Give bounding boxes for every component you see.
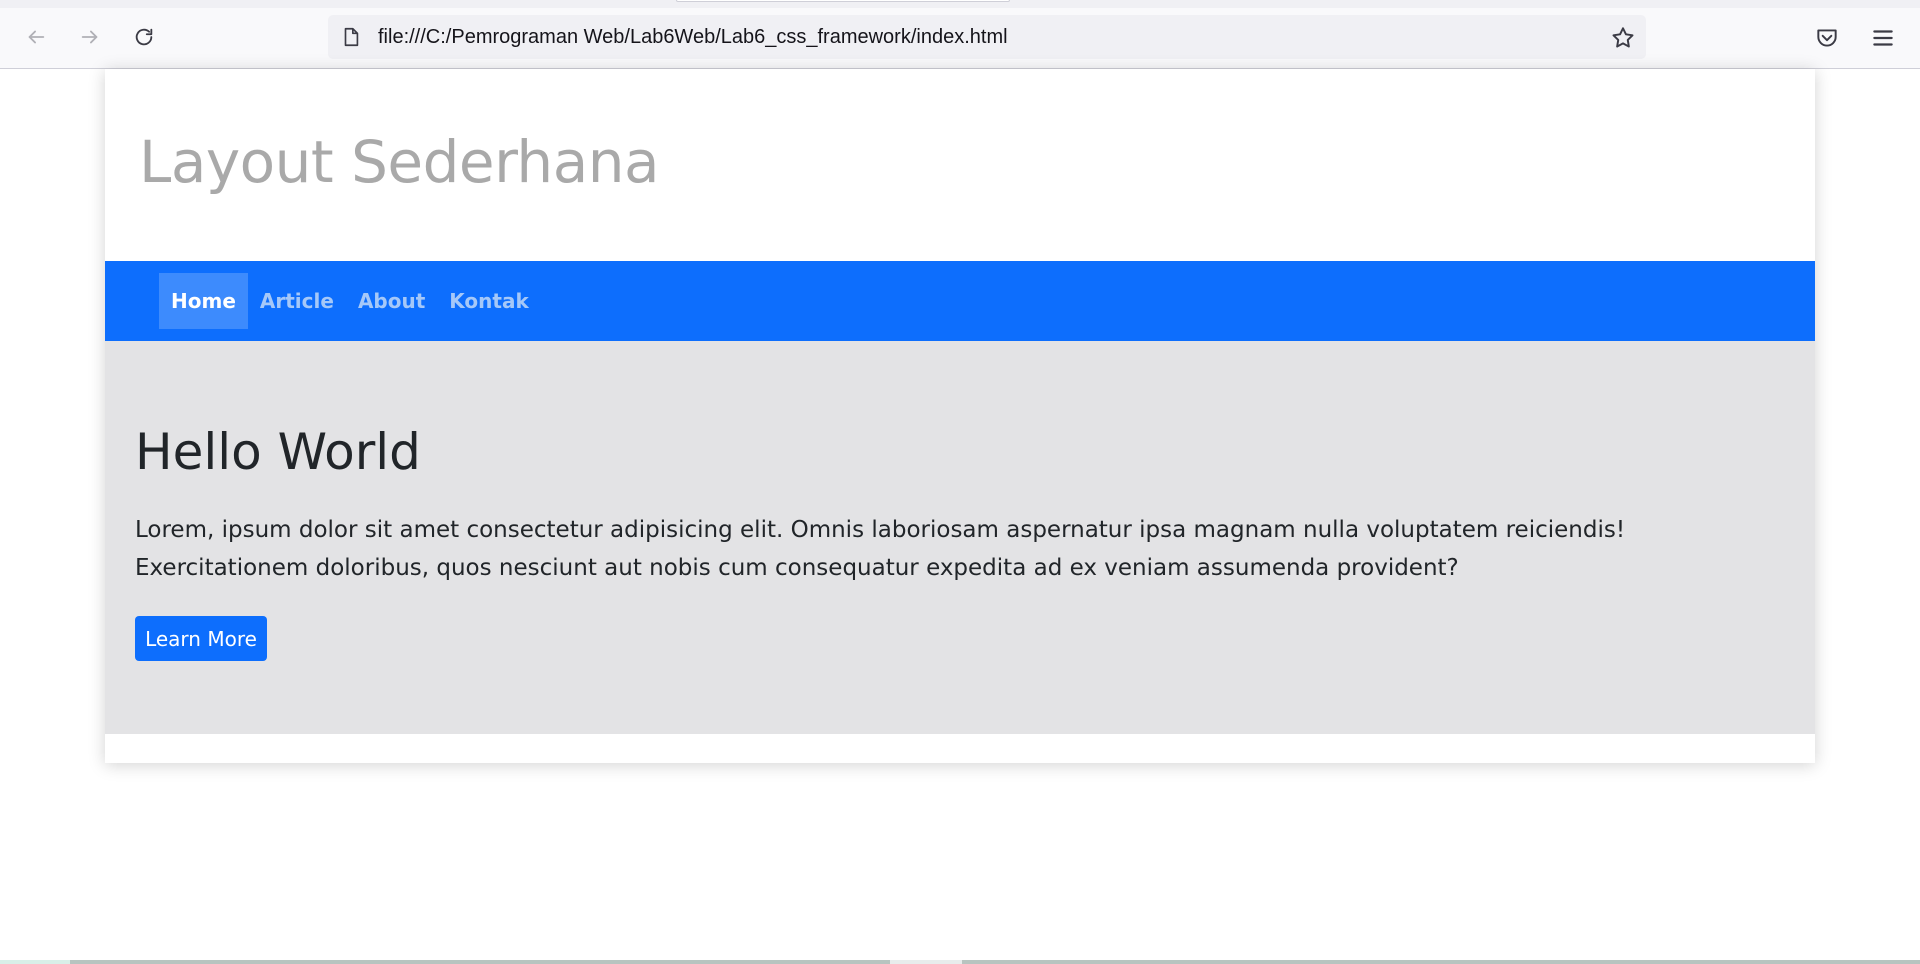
forward-arrow-icon [81,30,98,44]
site-header: Layout Sederhana [105,69,1815,261]
nav-list: Home Article About Kontak [159,273,541,329]
bookmark-star-icon[interactable] [1610,25,1636,51]
back-arrow-icon [28,30,45,44]
page-icon [344,27,359,47]
reload-icon [135,28,153,46]
hero-paragraph: Lorem, ipsum dolor sit amet consectetur … [135,517,1626,581]
active-tab[interactable] [676,0,1010,2]
url-text[interactable]: file:///C:/Pemrograman Web/Lab6Web/Lab6_… [378,15,1008,59]
back-button[interactable] [19,20,53,54]
pocket-icon[interactable] [1814,25,1840,51]
reload-button[interactable] [127,20,161,54]
hero-title: Hello World [135,423,421,481]
nav-link-kontak[interactable]: Kontak [437,273,540,329]
nav-link-about[interactable]: About [346,273,437,329]
learn-more-button[interactable]: Learn More [135,616,267,661]
forward-button[interactable] [73,20,107,54]
nav-link-article[interactable]: Article [248,273,346,329]
url-bar[interactable]: file:///C:/Pemrograman Web/Lab6Web/Lab6_… [328,15,1646,59]
hamburger-menu-icon[interactable] [1870,25,1896,51]
hero-section: Hello World Lorem, ipsum dolor sit amet … [105,341,1815,734]
main-navbar: Home Article About Kontak [105,261,1815,341]
taskbar-edge [0,960,1920,964]
browser-toolbar: file:///C:/Pemrograman Web/Lab6Web/Lab6_… [0,0,1920,69]
site-title: Layout Sederhana [139,128,660,196]
nav-link-home[interactable]: Home [159,273,248,329]
page-container: Layout Sederhana Home Article About Kont… [105,69,1815,763]
